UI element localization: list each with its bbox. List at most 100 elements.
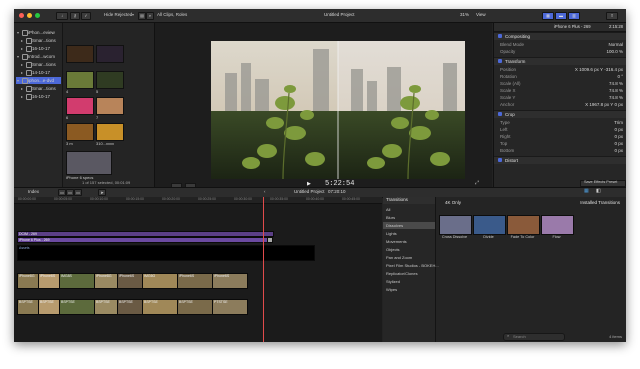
video-clip[interactable]: IMG8S [59,273,95,289]
check-button[interactable]: ✓ [81,12,91,20]
param-value[interactable]: 0 px [614,141,623,146]
library-item[interactable]: ▸ Smar...tions [16,85,61,92]
param-value[interactable]: Trim [614,120,623,125]
transition-category[interactable]: All [383,206,435,213]
insert-button[interactable]: ▭ [66,189,74,196]
storyline-clip[interactable]: Assets [17,245,315,261]
4k-filter[interactable]: 4K Only [445,200,461,206]
zoom-level[interactable]: 31% [460,12,469,18]
save-effects-preset-button[interactable]: Save Effects Preset [580,180,626,187]
video-clip[interactable]: BSPTSE [38,299,60,315]
clip-thumbnail[interactable] [66,97,94,115]
crop-row[interactable]: Type Trim [500,119,623,126]
param-value[interactable]: 74.8 % [609,88,623,93]
library-item[interactable]: ▾ iPhon...eview [16,29,61,36]
fullscreen-icon[interactable]: ⤢ [475,181,479,186]
toggle-inspector-button[interactable]: ▥ [568,12,580,20]
append-button[interactable]: ▭ [58,189,66,196]
video-clip[interactable]: BSPTSE [142,299,178,315]
param-value[interactable]: 0 ° [617,74,623,79]
keyword-button[interactable]: ⚷ [70,12,80,20]
library-item[interactable]: ▸ Smar...tions [16,61,61,68]
share-button[interactable]: ⇪ [606,12,618,20]
disclosure-icon[interactable]: ▾ [17,78,19,83]
param-value[interactable]: 0 px [614,127,623,132]
disclosure-icon[interactable]: ▸ [21,62,23,67]
transition-category[interactable]: Blurs [383,214,435,221]
param-value[interactable]: X 1009.6 px Y -316.4 px [575,67,623,72]
close-button[interactable] [19,13,24,18]
transform-row[interactable]: Position X 1009.6 px Y -316.4 px [500,66,623,73]
toggle-browser-button[interactable]: ▦ [542,12,554,20]
transition-category[interactable]: Lights [383,230,435,237]
distort-section[interactable]: Distort [494,156,626,164]
viewer-filter[interactable]: All Clips, Roles [157,12,187,18]
zoom-button[interactable] [35,13,40,18]
index-button[interactable]: Index [28,189,39,195]
crop-row[interactable]: Bottom 0 px [500,147,623,154]
clip-thumbnail[interactable] [66,123,94,141]
transition-category[interactable]: Wipes [383,286,435,293]
video-clip[interactable]: iPhone6S [177,273,213,289]
transition-category[interactable]: Stylized [383,278,435,285]
video-clip[interactable]: BSPTSE [17,299,39,315]
overwrite-button[interactable]: ▭ [74,189,82,196]
clip-thumbnail[interactable] [96,123,124,141]
view-menu[interactable]: View [476,12,486,18]
library-item[interactable]: ▸ 14-10-17 [16,69,61,76]
clip-thumbnail[interactable] [96,45,124,63]
disclosure-icon[interactable]: ▸ [21,38,23,43]
import-button[interactable]: ↓ [56,12,68,20]
disclosure-icon[interactable]: ▸ [21,46,23,51]
disclosure-icon[interactable]: ▸ [21,70,23,75]
clip-thumbnail[interactable] [66,151,112,175]
playhead[interactable] [263,197,264,342]
checkbox-icon[interactable] [498,112,502,116]
disclosure-icon[interactable]: ▸ [21,94,23,99]
library-item[interactable]: ▸ 16-10-17 [16,93,61,100]
browser-filter[interactable]: Hide Rejected [104,12,132,18]
effects-browser-icon[interactable]: ▦ [584,189,589,194]
param-value[interactable]: 74.8 % [609,95,623,100]
transition-tile[interactable] [473,215,506,235]
param-value[interactable]: Normal [608,42,623,47]
transform-section[interactable]: Transform [494,57,626,65]
transform-row[interactable]: Rotation 0 ° [500,73,623,80]
library-item[interactable]: ▸ 16-10-17 [16,45,61,52]
compositing-section[interactable]: Compositing [494,32,626,40]
param-value[interactable]: X 1967.8 px Y 0 px [585,102,623,107]
transition-category[interactable]: Dissolves [383,222,435,229]
transitions-browser-icon[interactable]: ◧ [596,189,601,194]
clip-appearance-button[interactable]: ▤ [138,12,146,20]
video-clip[interactable]: iPhone6S [212,273,248,289]
transition-tile[interactable] [439,215,472,235]
video-clip[interactable]: iPhone8G [17,273,39,289]
transition-tile[interactable] [507,215,540,235]
disclosure-icon[interactable]: ▸ [21,86,23,91]
minimize-button[interactable] [27,13,32,18]
transition-tile[interactable] [541,215,574,235]
library-item[interactable]: ▾ iphon...e-dvd [16,77,61,84]
video-clip[interactable]: BSPTSE [59,299,95,315]
transform-row[interactable]: Scale Y 74.8 % [500,94,623,101]
transition-category[interactable]: Pan and Zoom [383,254,435,261]
transform-row[interactable]: Anchor X 1967.8 px Y 0 px [500,101,623,108]
param-value[interactable]: 0 px [614,134,623,139]
param-value[interactable]: 100.0 % [606,49,623,54]
crop-row[interactable]: Top 0 px [500,140,623,147]
crop-section[interactable]: Crop [494,110,626,118]
clip-thumbnail[interactable] [96,97,124,115]
crop-row[interactable]: Right 0 px [500,133,623,140]
transform-row[interactable]: Scale (All) 74.8 % [500,80,623,87]
clip-thumbnail[interactable] [66,71,94,89]
clip-thumbnail[interactable] [66,45,94,63]
video-clip[interactable]: BSPTSE [177,299,213,315]
checkbox-icon[interactable] [498,158,502,162]
title-clip-handle[interactable] [267,237,273,243]
video-clip[interactable]: PTSTSE [212,299,248,315]
video-clip[interactable]: IMG6G [142,273,178,289]
transition-category[interactable]: Pixel Film Studios - BOKEH... [383,262,439,269]
transition-category[interactable]: Objects [383,246,435,253]
video-clip[interactable]: iPhone6S [38,273,60,289]
checkbox-icon[interactable] [498,59,502,63]
